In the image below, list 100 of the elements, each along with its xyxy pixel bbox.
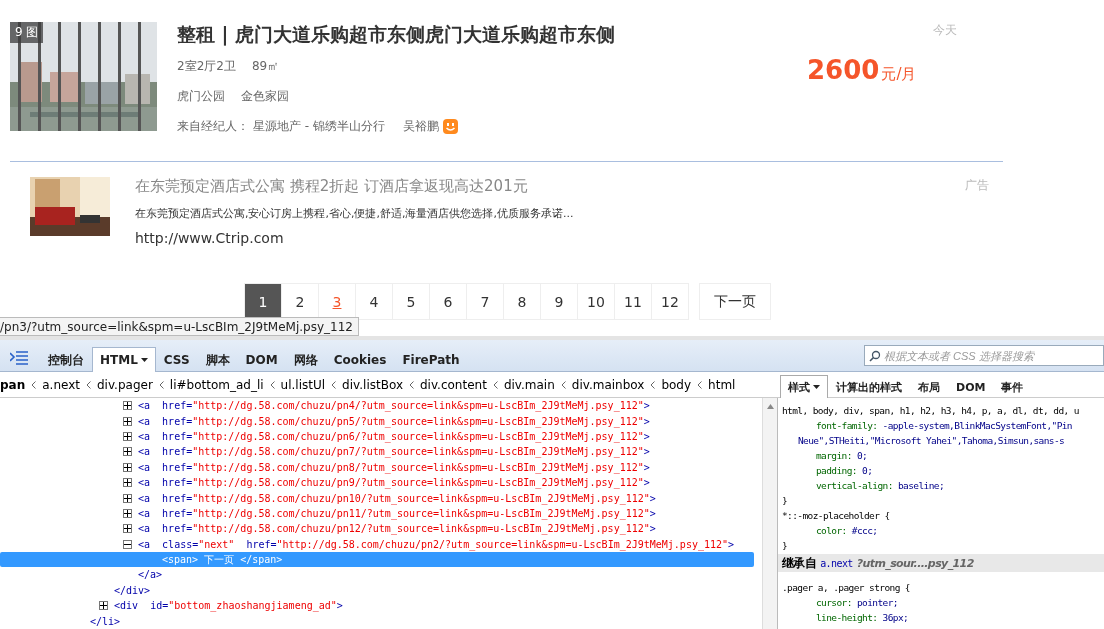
next-page-link[interactable]: 下一页 — [699, 283, 771, 320]
caret-icon — [140, 358, 148, 362]
expand-icon[interactable] — [123, 493, 132, 503]
code-line[interactable]: <a href="http://dg.58.com/chuzu/pn9/?utm_source=link&spm=u-LscBIm_2J9tMeMj.psy_112"> — [0, 474, 762, 491]
breadcrumb-item[interactable]: html — [702, 377, 742, 392]
ad-description: 在东莞预定酒店式公寓,安心订房上携程,省心,便捷,舒适,海量酒店供您选择,优质服务承诺... — [135, 206, 575, 221]
price-unit: 元/月 — [881, 65, 917, 84]
code-line[interactable]: </li> — [0, 613, 762, 629]
side-panel-tab[interactable]: 计算出的样式 — [828, 375, 910, 398]
css-selector: html, body, div, span, h1, h2, h3, h4, p, a, dl, dt, dd, u — [781, 404, 1080, 418]
page-link[interactable]: 8 — [503, 283, 541, 320]
chevron-icon — [31, 380, 37, 389]
breadcrumb-item[interactable]: div.mainbox — [565, 377, 651, 392]
page-link[interactable]: 10 — [577, 283, 615, 320]
page-link[interactable]: 7 — [466, 283, 504, 320]
chevron-icon — [560, 380, 566, 389]
devtools-tab[interactable]: HTML — [92, 347, 156, 372]
agency-name: 星源地产 - 锦绣半山分行 — [253, 118, 385, 135]
breadcrumb-item[interactable]: body — [655, 377, 698, 392]
breadcrumb-item[interactable]: div.listBox — [336, 377, 409, 392]
listing-date: 今天 — [933, 22, 957, 39]
search-field[interactable]: 根据文本或者 CSS 选择器搜索 — [864, 345, 1104, 366]
inspect-icon[interactable] — [10, 351, 28, 365]
expand-icon[interactable] — [123, 508, 132, 518]
page-link[interactable]: 4 — [355, 283, 393, 320]
location-link[interactable]: 金色家园 — [241, 88, 289, 105]
expand-icon[interactable] — [123, 478, 132, 488]
expand-icon[interactable] — [99, 601, 108, 611]
expand-icon[interactable] — [123, 431, 132, 441]
price: 2600 — [807, 55, 880, 85]
css-brace: } — [781, 494, 789, 508]
agent-label: 来自经纪人： — [177, 118, 249, 135]
ad-url[interactable]: http://www.Ctrip.com — [135, 230, 935, 246]
code-line[interactable]: <a href="http://dg.58.com/chuzu/pn4/?utm_source=link&spm=u-LscBIm_2J9tMeMj.psy_112"> — [0, 398, 762, 414]
devtools-tab[interactable]: 网络 — [285, 347, 326, 372]
code-line[interactable]: <a href="http://dg.58.com/chuzu/pn5/?utm_source=link&spm=u-LscBIm_2J9tMeMj.psy_112"> — [0, 413, 762, 429]
chevron-icon — [269, 380, 275, 389]
breadcrumb-item[interactable]: div.content — [414, 377, 493, 392]
css-declaration: font-family: -apple-system,BlinkMacSystemFont,"Pin — [815, 419, 1073, 433]
code-line[interactable]: </div> — [0, 582, 762, 599]
devtools-tab[interactable]: 脚本 — [197, 347, 238, 372]
inherited-header: 继承自 a.next ?utm_sour....psy_112 — [778, 554, 1104, 572]
code-line[interactable]: <a href="http://dg.58.com/chuzu/pn7/?utm_source=link&spm=u-LscBIm_2J9tMeMj.psy_112"> — [0, 444, 762, 460]
listing-detail: 2室2厅2卫 — [177, 58, 236, 75]
code-line[interactable]: <a href="http://dg.58.com/chuzu/pn11/?utm_source=link&spm=u-LscBIm_2J9tMeMj.psy_112"> — [0, 505, 762, 522]
chevron-icon — [86, 380, 91, 389]
scroll-up-icon[interactable] — [766, 404, 774, 409]
breadcrumb-item[interactable]: div.main — [497, 377, 561, 392]
page-link[interactable]: 12 — [651, 283, 689, 320]
breadcrumb-item[interactable]: li#bottom_ad_li — [163, 377, 270, 392]
code-line[interactable]: </a> — [0, 567, 762, 583]
expand-icon[interactable] — [123, 462, 132, 472]
breadcrumb-item[interactable]: a.next — [36, 377, 86, 392]
side-panel-tab[interactable]: 事件 — [993, 375, 1032, 398]
expand-icon[interactable] — [123, 416, 132, 426]
listing-title[interactable]: 整租 | 虎门大道乐购超市东侧虎门大道乐购超市东侧 — [177, 22, 777, 48]
devtools-tab[interactable]: Cookies — [325, 347, 395, 372]
devtools-tab[interactable]: FirePath — [394, 347, 468, 372]
code-line[interactable]: <a href="http://dg.58.com/chuzu/pn12/?utm_source=link&spm=u-LscBIm_2J9tMeMj.psy_112"> — [0, 521, 762, 537]
css-declaration: line-height: 36px; — [815, 611, 910, 625]
css-declaration: color: #ccc; — [815, 524, 879, 538]
breadcrumb-item[interactable]: div.pager — [91, 377, 159, 392]
breadcrumb-item[interactable]: ul.listUl — [274, 377, 332, 392]
collapse-icon[interactable] — [123, 539, 132, 549]
breadcrumb-item[interactable]: pan — [0, 377, 32, 392]
side-panel-tab[interactable]: 样式 — [780, 375, 828, 398]
agent-name: 吴裕鹏 — [402, 118, 439, 135]
page-link[interactable]: 6 — [429, 283, 467, 320]
css-selector: *::-moz-placeholder { — [781, 509, 891, 523]
code-line[interactable]: <a href="http://dg.58.com/chuzu/pn10/?utm_source=link&spm=u-LscBIm_2J9tMeMj.psy_112"> — [0, 490, 762, 506]
chevron-icon — [492, 380, 498, 389]
page-link[interactable]: 5 — [392, 283, 430, 320]
page-link[interactable]: 11 — [614, 283, 652, 320]
chevron-icon — [331, 380, 337, 389]
chevron-icon — [650, 380, 656, 389]
chevron-icon — [158, 380, 164, 389]
expand-icon[interactable] — [123, 524, 132, 534]
code-line[interactable]: <div id="bottom_zhaoshangjiameng_ad"> — [0, 598, 762, 614]
devtools-tab[interactable]: 控制台 — [40, 347, 92, 372]
side-panel-tab[interactable]: DOM — [948, 375, 994, 398]
chevron-icon — [409, 380, 414, 389]
css-selector: .pager a, .pager strong { — [781, 581, 911, 595]
css-brace: } — [781, 539, 789, 553]
chevron-icon — [697, 380, 703, 389]
code-line[interactable]: <a class="next" href="http://dg.58.com/chuzu/pn2/?utm_source=link&spm=u-LscBIm_2J9tMeMj.psy_112"> — [0, 536, 762, 552]
ad-title[interactable]: 在东莞预定酒店式公寓 携程2折起 订酒店拿返现高达201元 — [135, 177, 935, 196]
devtools-tab[interactable]: CSS — [155, 347, 198, 372]
page-link[interactable]: 9 — [540, 283, 578, 320]
location-link[interactable]: 虎门公园 — [177, 88, 225, 105]
css-declaration: vertical-align: baseline; — [815, 479, 945, 493]
devtools-tab[interactable]: DOM — [237, 347, 286, 372]
status-url: /pn3/?utm_source=link&spm=u-LscBIm_2J9tMeMj.psy_112 — [0, 317, 359, 336]
expand-icon[interactable] — [123, 401, 132, 411]
ad-label: 广告 — [965, 177, 989, 194]
css-declaration: padding: 0; — [815, 464, 874, 478]
css-declaration: margin: 0; — [815, 449, 869, 463]
expand-icon[interactable] — [123, 447, 132, 457]
side-panel-tab[interactable]: 布局 — [910, 375, 948, 398]
code-line[interactable]: <a href="http://dg.58.com/chuzu/pn6/?utm_source=link&spm=u-LscBIm_2J9tMeMj.psy_112"> — [0, 428, 762, 445]
code-line[interactable]: <a href="http://dg.58.com/chuzu/pn8/?utm_source=link&spm=u-LscBIm_2J9tMeMj.psy_112"> — [0, 459, 762, 475]
